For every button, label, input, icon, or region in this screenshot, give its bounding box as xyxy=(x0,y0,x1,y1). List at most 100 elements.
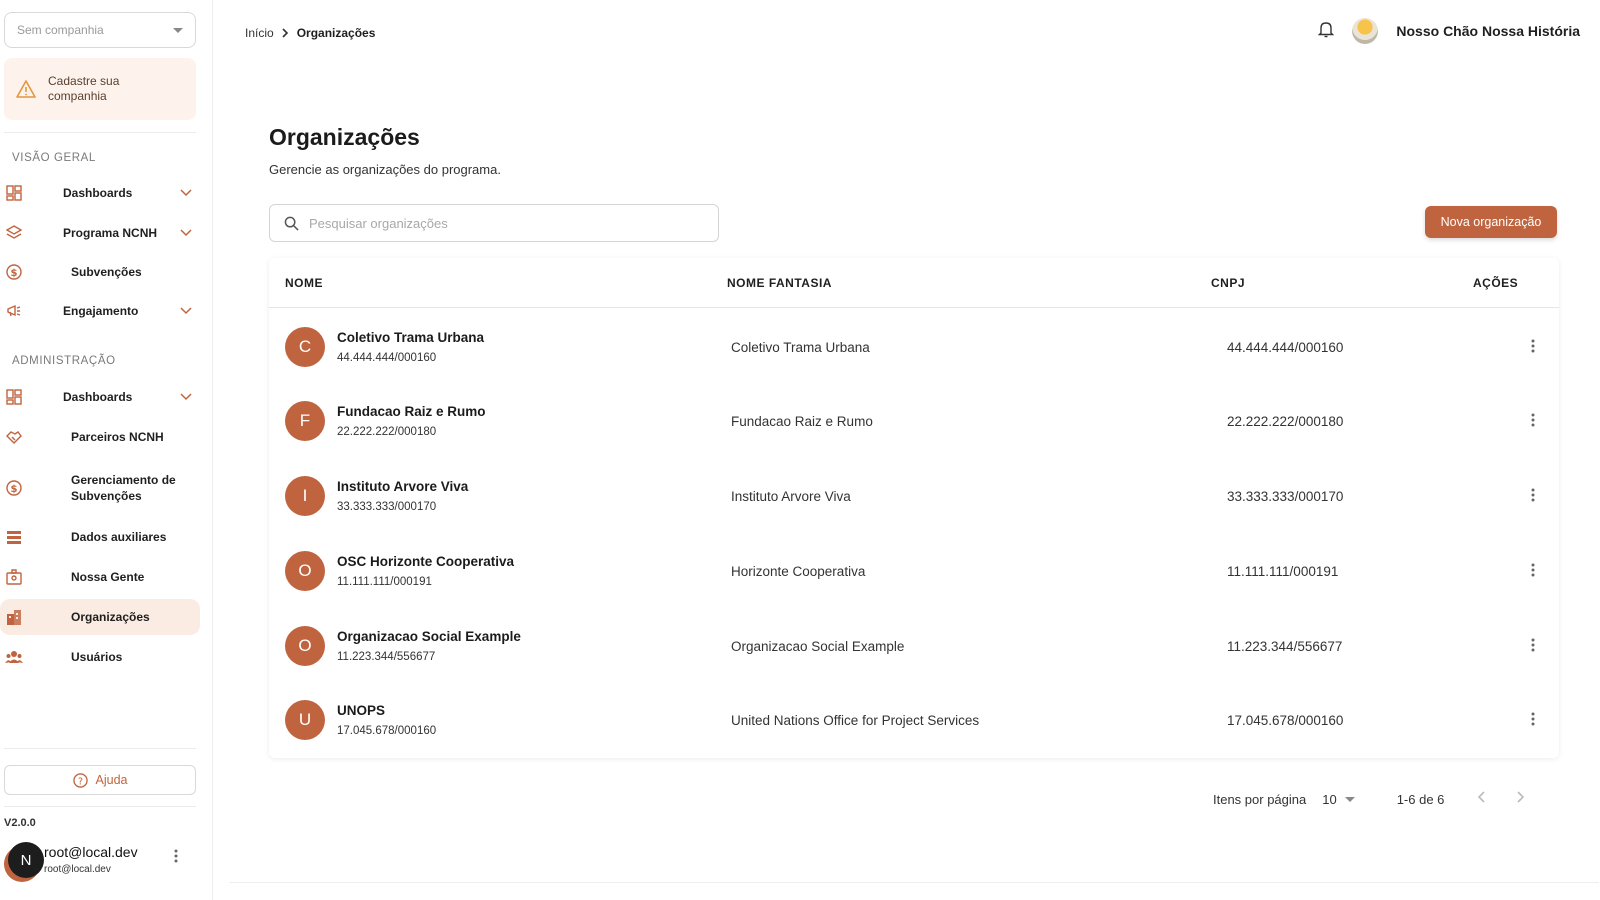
org-fantasy-name: United Nations Office for Project Servic… xyxy=(731,713,980,728)
grid-icon xyxy=(5,184,23,202)
chevron-down-icon xyxy=(180,226,192,240)
search-box xyxy=(269,204,719,242)
org-cnpj-sub: 17.045.678/000160 xyxy=(337,725,437,737)
table-row[interactable]: I Instituto Arvore Viva 33.333.333/00017… xyxy=(269,459,1559,534)
items-per-page-label: Itens por página xyxy=(1213,791,1307,807)
layers-icon xyxy=(5,224,23,242)
org-name: UNOPS xyxy=(337,703,386,718)
nav-item-label: Parceiros NCNH xyxy=(71,430,164,444)
org-name: Instituto Arvore Viva xyxy=(337,479,469,494)
company-select-value: Sem companhia xyxy=(17,23,104,37)
org-avatar: U xyxy=(285,700,325,740)
more-vertical-icon[interactable] xyxy=(1531,637,1535,658)
app-version: V2.0.0 xyxy=(4,817,36,829)
nav-item-usuarios[interactable]: Usuários xyxy=(0,639,200,675)
nav-item-label: Usuários xyxy=(71,650,123,664)
megaphone-icon xyxy=(5,302,23,320)
chevron-down-icon xyxy=(180,186,192,200)
org-cnpj-sub: 33.333.333/000170 xyxy=(337,501,437,513)
table-header: NOME NOME FANTASIA CNPJ AÇÕES xyxy=(269,258,1559,308)
breadcrumb-current: Organizações xyxy=(296,26,376,40)
divider xyxy=(4,132,196,133)
divider xyxy=(4,748,196,749)
avatar: N xyxy=(8,842,44,878)
more-vertical-icon[interactable] xyxy=(1531,487,1535,508)
new-organization-button[interactable]: Nova organização xyxy=(1425,206,1557,238)
org-cnpj-sub: 11.223.344/556677 xyxy=(337,651,436,663)
bell-icon[interactable] xyxy=(1318,20,1335,43)
user-email: root@local.dev xyxy=(44,864,111,875)
table-row[interactable]: O Organizacao Social Example 11.223.344/… xyxy=(269,609,1559,684)
more-vertical-icon[interactable] xyxy=(174,848,178,869)
column-header-acoes: AÇÕES xyxy=(1473,276,1519,290)
nav-item-nossa-gente[interactable]: Nossa Gente xyxy=(0,559,200,595)
table-row[interactable]: O OSC Horizonte Cooperativa 11.111.111/0… xyxy=(269,534,1559,609)
nav-item-label: Dashboards xyxy=(63,390,133,404)
org-cnpj: 22.222.222/000180 xyxy=(1227,414,1344,429)
table-row[interactable]: C Coletivo Trama Urbana 44.444.444/00016… xyxy=(269,310,1559,385)
org-cnpj-sub: 44.444.444/000160 xyxy=(337,352,437,364)
organization-name[interactable]: Nosso Chão Nossa História xyxy=(1396,23,1580,39)
main-content: Início Organizações Nosso Chão Nossa His… xyxy=(213,0,1600,900)
nav-item-parceiros[interactable]: Parceiros NCNH xyxy=(0,419,200,455)
company-select[interactable]: Sem companhia xyxy=(4,12,196,48)
help-button[interactable]: ? Ajuda xyxy=(4,765,196,795)
building-icon xyxy=(5,608,23,626)
org-name: OSC Horizonte Cooperativa xyxy=(337,554,515,569)
pagination: Itens por página 10 1-6 de 6 xyxy=(1213,790,1525,808)
breadcrumb-home[interactable]: Início xyxy=(245,26,274,40)
chevron-right-icon xyxy=(282,28,288,38)
page-title: Organizações xyxy=(269,124,420,150)
org-fantasy-name: Fundacao Raiz e Rumo xyxy=(731,414,873,429)
chevron-right-icon[interactable] xyxy=(1516,790,1525,808)
items-per-page-select[interactable]: 10 xyxy=(1322,792,1355,807)
more-vertical-icon[interactable] xyxy=(1531,711,1535,732)
search-input[interactable] xyxy=(309,215,689,231)
nav-item-subvencoes[interactable]: $ Subvenções xyxy=(0,254,200,290)
svg-text:$: $ xyxy=(11,268,18,279)
chevron-down-icon xyxy=(180,390,192,404)
register-company-text: Cadastre sua companhia xyxy=(48,74,120,103)
register-company-alert[interactable]: Cadastre sua companhia xyxy=(4,58,196,120)
table-row[interactable]: U UNOPS 17.045.678/000160 United Nations… xyxy=(269,683,1559,758)
org-avatar: I xyxy=(285,476,325,516)
search-icon xyxy=(284,216,299,231)
org-avatar: O xyxy=(285,626,325,666)
org-cnpj: 44.444.444/000160 xyxy=(1227,340,1344,355)
page-nav xyxy=(1478,790,1525,808)
page-subtitle: Gerencie as organizações do programa. xyxy=(269,162,501,177)
nav-item-dashboards[interactable]: Dashboards xyxy=(0,175,200,211)
chevron-down-icon xyxy=(180,304,192,318)
org-name: Organizacao Social Example xyxy=(337,629,521,644)
more-vertical-icon[interactable] xyxy=(1531,562,1535,583)
svg-text:?: ? xyxy=(78,776,83,787)
nav-item-organizacoes[interactable]: Organizações xyxy=(0,599,200,635)
dollar-coin-icon: $ xyxy=(5,263,23,281)
dollar-coin-icon: $ xyxy=(5,479,23,497)
org-cnpj-sub: 22.222.222/000180 xyxy=(337,426,437,438)
nav-item-dados-auxiliares[interactable]: Dados auxiliares xyxy=(0,519,200,555)
table-row[interactable]: F Fundacao Raiz e Rumo 22.222.222/000180… xyxy=(269,384,1559,459)
chevron-left-icon[interactable] xyxy=(1478,790,1486,808)
breadcrumb: Início Organizações xyxy=(245,26,375,40)
nav-item-engajamento[interactable]: Engajamento xyxy=(0,293,200,329)
nav-item-programa-ncnh[interactable]: Programa NCNH xyxy=(0,215,200,251)
more-vertical-icon[interactable] xyxy=(1531,338,1535,359)
nav-item-admin-dashboards[interactable]: Dashboards xyxy=(0,379,200,415)
nav-item-gerenciamento-subvencoes[interactable]: $ Gerenciamento de Subvenções xyxy=(0,465,200,511)
svg-text:$: $ xyxy=(11,484,18,495)
handshake-icon xyxy=(5,428,23,446)
question-circle-icon: ? xyxy=(72,772,88,788)
org-fantasy-name: Coletivo Trama Urbana xyxy=(731,340,870,355)
org-name: Fundacao Raiz e Rumo xyxy=(337,404,486,419)
sidebar: Sem companhia Cadastre sua companhia VIS… xyxy=(0,0,213,900)
help-label: Ajuda xyxy=(95,773,128,787)
org-fantasy-name: Horizonte Cooperativa xyxy=(731,564,866,579)
org-cnpj: 11.111.111/000191 xyxy=(1227,564,1339,579)
user-menu[interactable]: N root@local.dev root@local.dev xyxy=(4,840,196,884)
column-header-nome: NOME xyxy=(285,276,323,290)
nav-item-label: Gerenciamento de Subvenções xyxy=(71,473,176,503)
more-vertical-icon[interactable] xyxy=(1531,412,1535,433)
grid-icon xyxy=(5,388,23,406)
section-title-overview: VISÃO GERAL xyxy=(12,152,96,164)
